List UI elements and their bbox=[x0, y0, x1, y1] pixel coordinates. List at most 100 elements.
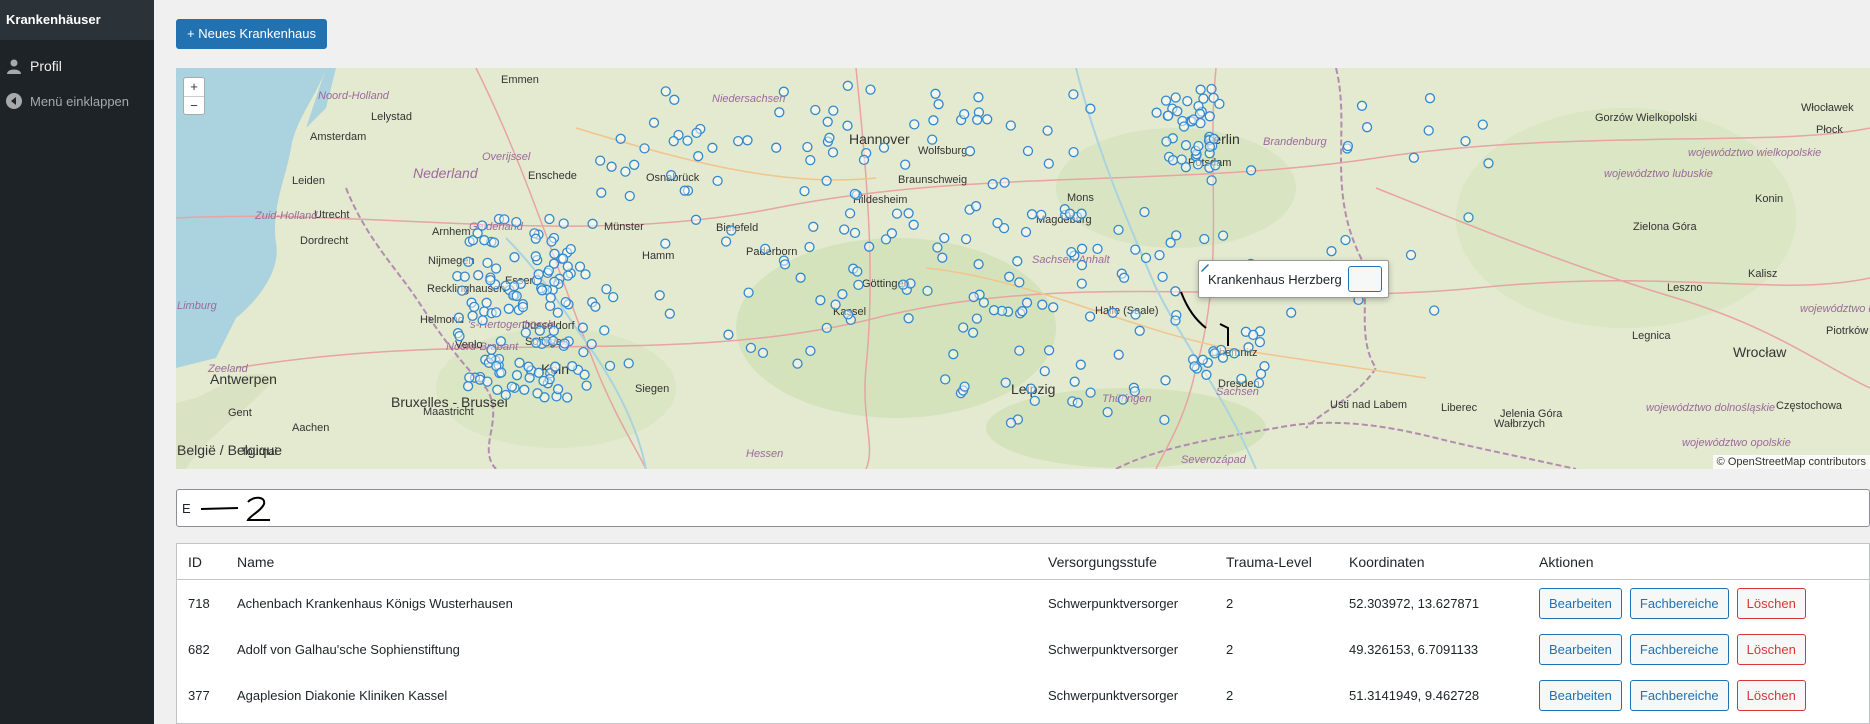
hospital-marker[interactable] bbox=[690, 214, 702, 225]
hospital-marker[interactable] bbox=[1068, 89, 1079, 100]
fachbereiche-button[interactable]: Fachbereiche bbox=[1629, 587, 1729, 619]
hospital-marker[interactable] bbox=[534, 325, 545, 336]
hospital-marker[interactable] bbox=[852, 266, 863, 277]
hospital-marker[interactable] bbox=[486, 344, 497, 355]
hospital-marker[interactable] bbox=[828, 105, 839, 116]
hospital-marker[interactable] bbox=[1154, 249, 1165, 261]
hospital-marker[interactable] bbox=[1085, 103, 1096, 114]
hospital-marker[interactable] bbox=[462, 381, 474, 392]
hospital-marker[interactable] bbox=[1048, 302, 1059, 313]
hospital-map[interactable]: Emmen Noord-Holland Lelystad Amsterdam Leide… bbox=[176, 68, 1870, 469]
hospital-marker[interactable] bbox=[552, 384, 564, 395]
hospital-marker[interactable] bbox=[668, 135, 679, 147]
hospital-marker[interactable] bbox=[544, 300, 556, 312]
hospital-marker[interactable] bbox=[578, 346, 589, 358]
hospital-marker[interactable] bbox=[500, 280, 511, 291]
hospital-marker[interactable] bbox=[544, 213, 555, 225]
hospital-marker[interactable] bbox=[1180, 140, 1192, 151]
hospital-marker[interactable] bbox=[933, 99, 944, 110]
hospital-marker[interactable] bbox=[496, 367, 507, 378]
hospital-marker[interactable] bbox=[608, 291, 619, 303]
edit-button[interactable]: Bearbeiten bbox=[1539, 633, 1622, 665]
hospital-marker[interactable] bbox=[615, 133, 626, 144]
hospital-marker[interactable] bbox=[473, 270, 484, 281]
hospital-marker[interactable] bbox=[463, 256, 474, 267]
hospital-marker[interactable] bbox=[536, 285, 548, 296]
hospital-marker[interactable] bbox=[495, 336, 507, 347]
hospital-marker[interactable] bbox=[550, 361, 561, 372]
hospital-marker[interactable] bbox=[839, 224, 850, 235]
delete-button[interactable]: Löschen bbox=[1736, 679, 1806, 711]
hospital-marker[interactable] bbox=[1064, 208, 1076, 219]
sidebar-item-profil[interactable]: Profil bbox=[6, 58, 62, 74]
hospital-marker[interactable] bbox=[660, 86, 671, 97]
hospital-marker[interactable] bbox=[1017, 306, 1028, 317]
hospital-marker[interactable] bbox=[499, 214, 510, 225]
hospital-marker[interactable] bbox=[824, 132, 835, 143]
hospital-marker[interactable] bbox=[827, 147, 839, 158]
hospital-marker[interactable] bbox=[509, 252, 520, 263]
hospital-marker[interactable] bbox=[792, 358, 803, 369]
hospital-marker[interactable] bbox=[1005, 120, 1016, 131]
hospital-marker[interactable] bbox=[940, 374, 951, 385]
hospital-marker[interactable] bbox=[545, 292, 556, 303]
hospital-marker[interactable] bbox=[562, 392, 573, 403]
hospital-marker[interactable] bbox=[1107, 307, 1118, 318]
hospital-marker[interactable] bbox=[837, 289, 848, 300]
hospital-marker[interactable] bbox=[903, 208, 914, 219]
hospital-marker[interactable] bbox=[567, 361, 578, 372]
hospital-marker[interactable] bbox=[546, 236, 557, 247]
hospital-marker[interactable] bbox=[548, 325, 559, 337]
hospital-marker[interactable] bbox=[886, 228, 898, 239]
hospital-marker[interactable] bbox=[558, 218, 569, 229]
hospital-marker[interactable] bbox=[1140, 252, 1152, 264]
hospital-marker[interactable] bbox=[712, 175, 723, 187]
hospital-marker[interactable] bbox=[779, 259, 791, 270]
hospital-marker[interactable] bbox=[971, 313, 983, 324]
hospital-marker[interactable] bbox=[595, 155, 606, 166]
hospital-marker[interactable] bbox=[1134, 325, 1145, 336]
hospital-marker[interactable] bbox=[903, 313, 914, 324]
hospital-marker[interactable] bbox=[1085, 387, 1096, 398]
hospital-marker[interactable] bbox=[669, 94, 680, 105]
hospital-marker[interactable] bbox=[891, 208, 903, 219]
hospital-marker[interactable] bbox=[520, 327, 531, 338]
hospital-marker[interactable] bbox=[523, 361, 534, 372]
hospital-marker[interactable] bbox=[624, 190, 635, 202]
hospital-marker[interactable] bbox=[530, 251, 541, 262]
hospital-marker[interactable] bbox=[1408, 152, 1420, 163]
hospital-marker[interactable] bbox=[1182, 95, 1193, 107]
hospital-marker[interactable] bbox=[771, 142, 782, 153]
hospital-marker[interactable] bbox=[849, 188, 861, 200]
search-input[interactable] bbox=[176, 489, 1870, 527]
hospital-marker[interactable] bbox=[1113, 224, 1124, 236]
hospital-marker[interactable] bbox=[660, 238, 671, 249]
hospital-marker[interactable] bbox=[459, 271, 470, 282]
column-header-name[interactable]: Name bbox=[237, 554, 274, 570]
hospital-marker[interactable] bbox=[560, 296, 571, 308]
hospital-marker[interactable] bbox=[1005, 417, 1017, 429]
hospital-marker[interactable] bbox=[533, 269, 544, 280]
hospital-marker[interactable] bbox=[757, 347, 769, 359]
hospital-marker[interactable] bbox=[1193, 140, 1204, 152]
hospital-marker[interactable] bbox=[596, 187, 607, 198]
hospital-marker[interactable] bbox=[1072, 397, 1083, 408]
hospital-marker[interactable] bbox=[464, 372, 475, 383]
hospital-marker[interactable] bbox=[898, 279, 909, 290]
hospital-marker[interactable] bbox=[1204, 111, 1215, 122]
hospital-marker[interactable] bbox=[606, 161, 617, 172]
hospital-marker[interactable] bbox=[1248, 329, 1259, 341]
hospital-marker[interactable] bbox=[1483, 158, 1494, 169]
hospital-marker[interactable] bbox=[532, 388, 543, 399]
hospital-marker[interactable] bbox=[601, 283, 612, 295]
hospital-marker[interactable] bbox=[948, 349, 959, 360]
hospital-marker[interactable] bbox=[486, 353, 497, 364]
hospital-marker[interactable] bbox=[590, 301, 601, 312]
hospital-marker[interactable] bbox=[1157, 271, 1168, 283]
hospital-marker[interactable] bbox=[1130, 244, 1141, 255]
hospital-marker[interactable] bbox=[538, 375, 549, 387]
hospital-marker[interactable] bbox=[1176, 154, 1187, 165]
hospital-marker[interactable] bbox=[519, 384, 530, 395]
hospital-marker[interactable] bbox=[1004, 271, 1015, 282]
hospital-marker[interactable] bbox=[1204, 141, 1216, 152]
